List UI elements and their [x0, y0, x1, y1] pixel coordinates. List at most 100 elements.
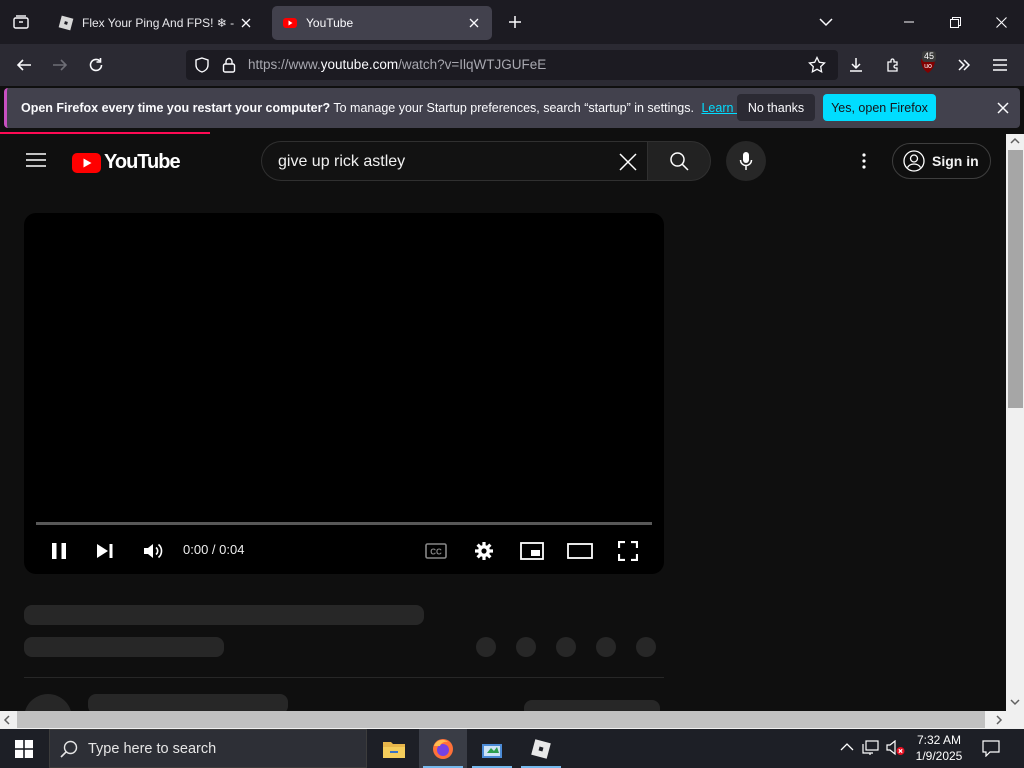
startup-notification-bar: Open Firefox every time you restart your… — [4, 88, 1020, 128]
fullscreen-icon — [618, 541, 638, 561]
list-all-tabs-button[interactable] — [8, 10, 34, 34]
back-button[interactable] — [10, 51, 38, 79]
close-tab-icon[interactable] — [238, 15, 254, 31]
sign-in-button[interactable]: Sign in — [892, 143, 991, 179]
new-tab-button[interactable] — [503, 11, 527, 33]
vertical-dots-icon — [862, 153, 866, 169]
extensions-button[interactable] — [879, 51, 907, 79]
settings-button[interactable] — [469, 536, 499, 566]
puzzle-icon — [887, 58, 898, 72]
guide-menu-button[interactable] — [26, 152, 46, 168]
system-clock[interactable]: 7:32 AM 1/9/2025 — [900, 732, 978, 764]
app-menu-button[interactable] — [986, 51, 1014, 79]
arrow-right-icon — [53, 59, 68, 71]
theater-mode-icon — [567, 543, 593, 559]
taskbar-roblox[interactable] — [517, 729, 565, 768]
reload-icon — [89, 58, 103, 72]
taskbar-firefox[interactable] — [419, 729, 467, 768]
youtube-logo[interactable]: YouTube — [72, 151, 181, 174]
voice-search-button[interactable] — [726, 141, 766, 181]
start-button[interactable] — [0, 729, 48, 768]
search-box[interactable]: give up rick astley — [261, 141, 647, 181]
horizontal-scroll-thumb[interactable] — [17, 711, 985, 728]
action-placeholder — [476, 637, 496, 657]
url-prefix: https://www. — [248, 57, 321, 72]
fullscreen-button[interactable] — [613, 536, 643, 566]
notification-title: Open Firefox every time you restart your… — [21, 101, 331, 115]
volume-icon — [144, 543, 163, 559]
notification-message: Open Firefox every time you restart your… — [21, 101, 765, 115]
youtube-page: YouTube give up rick astley Sign in 0:00… — [0, 134, 1006, 711]
video-player[interactable]: 0:00 / 0:04 CC — [24, 213, 664, 574]
no-thanks-button[interactable]: No thanks — [737, 94, 815, 121]
downloads-button[interactable] — [842, 51, 870, 79]
address-bar[interactable]: https://www.youtube.com/watch?v=IlqWTJGU… — [186, 50, 838, 80]
yes-open-firefox-button[interactable]: Yes, open Firefox — [823, 94, 936, 121]
url-domain: youtube.com — [320, 57, 399, 72]
close-notification-button[interactable] — [993, 98, 1013, 118]
account-circle-icon — [903, 150, 925, 172]
scroll-left-icon[interactable] — [3, 715, 11, 725]
windows-taskbar: Type here to search 7:32 AM 1/9/2025 — [0, 729, 1024, 768]
close-window-button[interactable] — [978, 0, 1024, 44]
pause-button[interactable] — [44, 536, 74, 566]
notifications-icon[interactable] — [982, 740, 1000, 757]
tab-list-icon — [13, 15, 29, 29]
taskbar-file-explorer[interactable] — [370, 729, 418, 768]
hamburger-menu-icon — [993, 59, 1007, 71]
network-icon[interactable] — [862, 740, 880, 756]
settings-more-button[interactable] — [856, 151, 872, 171]
action-placeholder — [636, 637, 656, 657]
taskbar-search-placeholder: Type here to search — [88, 740, 217, 757]
video-progress-bar[interactable] — [36, 522, 652, 525]
pause-icon — [52, 543, 66, 559]
comment-placeholder — [88, 694, 288, 711]
gear-icon — [475, 542, 493, 560]
reload-button[interactable] — [82, 51, 110, 79]
taskbar-search-box[interactable]: Type here to search — [49, 729, 367, 768]
microphone-icon — [739, 152, 753, 170]
tab-roblox[interactable]: Flex Your Ping And FPS! ❄ - R — [48, 6, 264, 40]
svg-text:CC: CC — [430, 548, 442, 557]
forward-button[interactable] — [46, 51, 74, 79]
roblox-favicon-icon — [58, 15, 74, 31]
avatar-placeholder — [24, 694, 72, 711]
tab-overflow-button[interactable] — [816, 12, 836, 32]
plus-icon — [509, 16, 521, 28]
action-placeholder — [596, 637, 616, 657]
lock-icon[interactable] — [222, 57, 236, 73]
youtube-favicon-icon — [283, 18, 297, 28]
skip-next-icon — [97, 544, 113, 558]
hamburger-menu-icon — [26, 153, 46, 167]
logo-text: YouTube — [104, 151, 181, 173]
mute-button[interactable] — [138, 536, 168, 566]
vertical-scroll-thumb[interactable] — [1008, 150, 1023, 408]
taskbar-app-3[interactable] — [468, 729, 516, 768]
scroll-right-icon[interactable] — [995, 715, 1003, 725]
search-icon — [670, 152, 689, 171]
title-placeholder — [24, 605, 424, 625]
search-input[interactable]: give up rick astley — [278, 153, 405, 171]
roblox-icon — [531, 738, 551, 759]
scroll-down-icon[interactable] — [1010, 698, 1020, 706]
close-tab-icon[interactable] — [466, 15, 482, 31]
url-text[interactable]: https://www.youtube.com/watch?v=IlqWTJGU… — [248, 57, 546, 72]
minimize-button[interactable] — [886, 0, 932, 44]
next-video-button[interactable] — [90, 536, 120, 566]
svg-text:uo: uo — [924, 63, 932, 70]
more-tools-button[interactable] — [950, 51, 978, 79]
shield-icon[interactable] — [194, 57, 210, 73]
tab-youtube[interactable]: YouTube — [272, 6, 492, 40]
captions-button[interactable]: CC — [421, 536, 451, 566]
star-bookmark-icon[interactable] — [808, 56, 826, 74]
url-path: /watch?v=IlqWTJGUFeE — [398, 57, 547, 72]
theater-mode-button[interactable] — [565, 536, 595, 566]
scroll-up-icon[interactable] — [1010, 137, 1020, 145]
clear-search-icon[interactable] — [618, 152, 638, 172]
miniplayer-button[interactable] — [517, 536, 547, 566]
show-hidden-icons-icon[interactable] — [840, 742, 854, 752]
time-display: 0:00 / 0:04 — [183, 542, 245, 557]
search-button[interactable] — [647, 141, 711, 181]
restore-icon — [949, 16, 961, 28]
restore-button[interactable] — [932, 0, 978, 44]
